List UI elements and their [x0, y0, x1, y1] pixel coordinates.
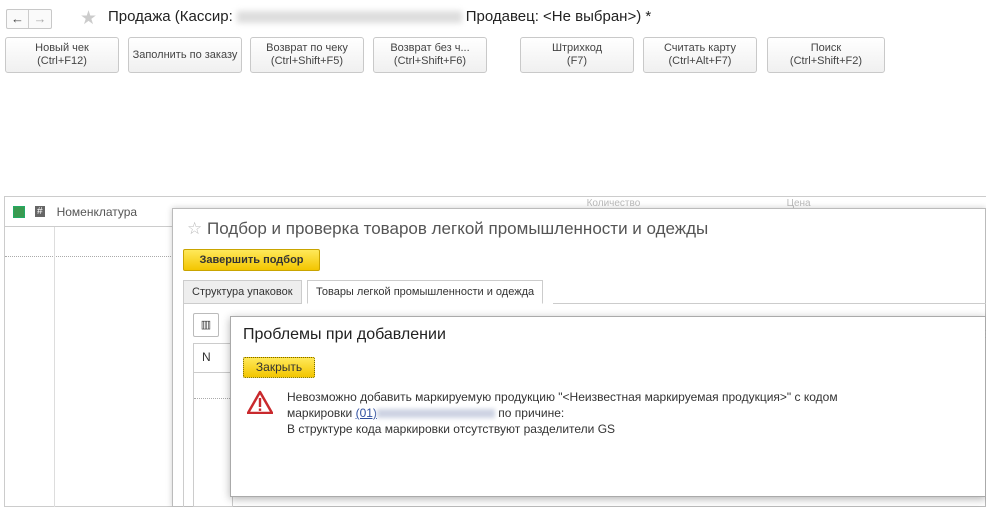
- problem-dialog-title: Проблемы при добавлении: [243, 326, 446, 343]
- col-n[interactable]: N: [194, 344, 232, 373]
- button-label: Штрихкод: [551, 42, 603, 54]
- page-title: Продажа (Кассир: Продавец: <Не выбран>) *: [108, 8, 651, 25]
- message-line-2-prefix: маркировки: [287, 406, 353, 420]
- toolbar-button-2[interactable]: Возврат по чеку (Ctrl+Shift+F5): [250, 37, 364, 73]
- table-settings-icon[interactable]: [13, 205, 25, 218]
- message-line-1: Невозможно добавить маркируемую продукци…: [287, 390, 838, 404]
- toolbar-button-1[interactable]: Заполнить по заказу: [128, 37, 242, 73]
- button-label: Возврат без ч...: [390, 42, 470, 54]
- button-label: Заполнить по заказу: [132, 48, 238, 61]
- back-button[interactable]: ←: [7, 10, 29, 28]
- toolbar-button-3[interactable]: Возврат без ч... (Ctrl+Shift+F6): [373, 37, 487, 73]
- problem-message: Невозможно добавить маркируемую продукци…: [287, 389, 838, 437]
- button-shortcut: (Ctrl+Shift+F2): [789, 55, 863, 67]
- more-menu-icon[interactable]: ⋮: [981, 329, 986, 340]
- button-shortcut: (Ctrl+Shift+F5): [270, 55, 344, 67]
- star-icon[interactable]: ☆: [187, 219, 207, 238]
- button-label: Поиск: [810, 42, 842, 54]
- col-number[interactable]: #: [35, 206, 45, 217]
- marking-code-link[interactable]: (01): [356, 406, 377, 420]
- nav-buttons: ← →: [6, 9, 52, 29]
- finish-selection-button[interactable]: Завершить подбор: [183, 249, 320, 271]
- title-text: Подбор и проверка товаров легкой промышл…: [206, 219, 709, 238]
- button-shortcut: (F7): [566, 55, 588, 67]
- warning-icon: [247, 390, 273, 414]
- message-line-2-suffix: по причине:: [498, 406, 565, 420]
- title-prefix: Продажа (Кассир:: [108, 8, 233, 25]
- button-shortcut: (Ctrl+Alt+F7): [668, 55, 732, 67]
- title-suffix: Продавец: <Не выбран>) *: [465, 8, 652, 25]
- items-table: N: [193, 343, 233, 507]
- marking-code-redacted: [376, 409, 495, 419]
- cashier-name-redacted: [236, 11, 462, 24]
- tab-package-structure[interactable]: Структура упаковок: [183, 280, 302, 304]
- toolbar-button-0[interactable]: Новый чек (Ctrl+F12): [5, 37, 119, 73]
- toolbar-button-6[interactable]: Поиск (Ctrl+Shift+F2): [767, 37, 885, 73]
- button-shortcut: (Ctrl+Shift+F6): [393, 55, 467, 67]
- toolbar-button-5[interactable]: Считать карту (Ctrl+Alt+F7): [643, 37, 757, 73]
- barcode-scan-icon[interactable]: ▥: [193, 313, 219, 337]
- close-button[interactable]: Закрыть: [243, 357, 315, 378]
- button-label: Новый чек: [35, 42, 89, 54]
- button-label: Считать карту: [663, 42, 737, 54]
- message-line-3: В структуре кода маркировки отсутствуют …: [287, 422, 616, 436]
- toolbar-button-4[interactable]: Штрихкод (F7): [520, 37, 634, 73]
- forward-button[interactable]: →: [29, 10, 51, 28]
- favorite-star-icon[interactable]: ★: [80, 7, 97, 30]
- tab-light-industry-goods[interactable]: Товары легкой промышленности и одежда: [307, 280, 544, 304]
- selection-dialog-title: ☆ Подбор и проверка товаров легкой промы…: [187, 219, 708, 239]
- button-shortcut: (Ctrl+F12): [37, 55, 87, 67]
- button-label: Возврат по чеку: [266, 42, 348, 54]
- problem-dialog: Проблемы при добавлении ⋮ Закрыть Невозм…: [230, 316, 986, 497]
